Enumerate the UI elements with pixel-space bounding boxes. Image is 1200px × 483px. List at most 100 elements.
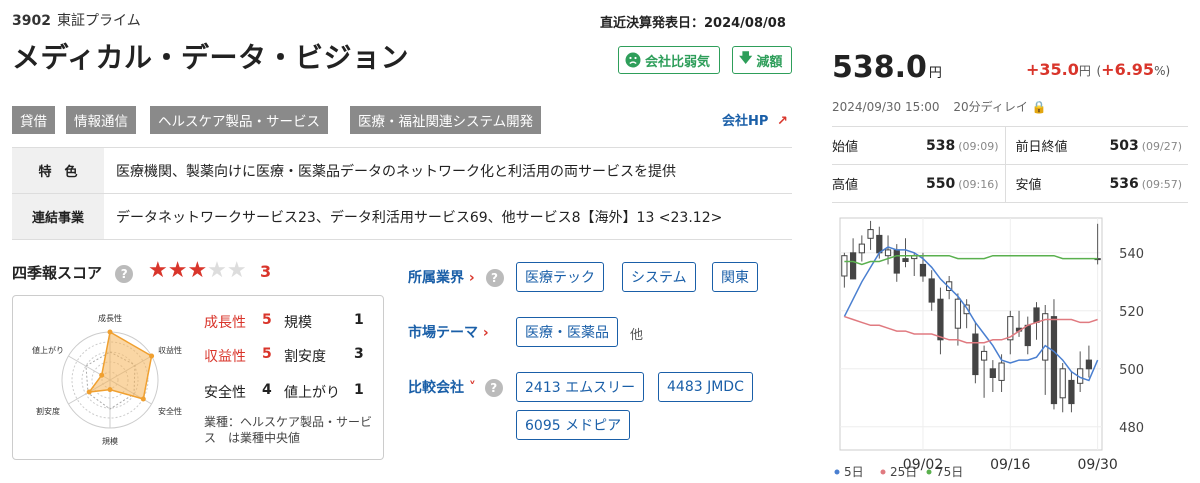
help-icon[interactable]: ?	[485, 269, 504, 287]
legend-dot	[926, 469, 932, 475]
candle-body	[1024, 324, 1031, 347]
high-cell: 高値 550 (09:16)	[832, 165, 1006, 202]
low-value: 536	[1109, 175, 1139, 192]
score-value-value: 3	[354, 346, 364, 362]
star-empty-icon: ★★	[207, 258, 247, 283]
chevron-down-icon: ˅	[464, 380, 476, 396]
theme-label-text: 市場テーマ	[408, 325, 478, 341]
legend-label: 25日	[890, 465, 917, 479]
weak-badge-label: 会社比弱気	[645, 54, 711, 70]
open-time: (09:09)	[958, 139, 999, 153]
legend-dot	[880, 469, 886, 475]
candle-body	[989, 368, 996, 379]
external-link-icon: ↗	[776, 114, 788, 129]
low-time: (09:57)	[1141, 177, 1182, 191]
open-cell: 始値 538 (09:09)	[832, 127, 1006, 164]
prev-cell: 前日終値 503 (09/27)	[1016, 127, 1189, 164]
prev-label: 前日終値	[1015, 140, 1068, 155]
open-label: 始値	[832, 140, 859, 155]
candle-body	[1033, 307, 1040, 323]
weak-badge[interactable]: 会社比弱気	[618, 46, 720, 74]
prev-value: 503	[1109, 137, 1139, 154]
theme-more[interactable]: 他	[630, 324, 643, 343]
price-value: 538.0	[832, 50, 927, 85]
feature-text: 医療機関、製薬向けに医療・医薬品データのネットワーク化と利活用の両サービスを提供	[116, 163, 676, 180]
legend-label: 75日	[936, 465, 963, 479]
industry-chip-system[interactable]: システム	[622, 262, 696, 292]
score-title: 四季報スコア ?	[12, 262, 134, 283]
high-time: (09:16)	[958, 177, 999, 191]
company-info-table: 特 色 医療機関、製薬向けに医療・医薬品データのネットワーク化と利活用の両サービ…	[12, 147, 792, 240]
change-pct-unit: %	[1154, 64, 1166, 78]
score-growth-label: 成長性	[204, 315, 246, 331]
y-tick-label: 500	[1119, 363, 1144, 378]
change-unit: 円	[1078, 64, 1091, 78]
theme-label[interactable]: 市場テーマ ›	[408, 322, 489, 342]
candle-body	[998, 362, 1005, 381]
arrow-down-icon: 🡇	[739, 51, 753, 66]
candle-body	[1050, 316, 1058, 405]
low-label: 安値	[1015, 178, 1042, 193]
reduce-badge-label: 減額	[756, 54, 783, 70]
compare-chip-jmdc[interactable]: 4483 JMDC	[658, 372, 753, 402]
chevron-right-icon: ›	[464, 270, 475, 286]
industry-chip-medtech[interactable]: 医療テック	[516, 262, 604, 292]
industry-label-text: 所属業界	[408, 270, 464, 286]
prev-value-wrap: 503 (09/27)	[1109, 138, 1182, 154]
candle-body	[902, 258, 909, 262]
ohlc-row-1: 始値 538 (09:09) 前日終値 503 (09/27)	[832, 127, 1188, 165]
tag-margin[interactable]: 貸借	[12, 106, 55, 134]
theme-chip-medical[interactable]: 医療・医薬品	[516, 317, 618, 347]
y-tick-label: 520	[1119, 305, 1144, 320]
company-name: メディカル・データ・ビジョン	[12, 41, 410, 74]
candle-body	[928, 278, 935, 303]
radar-label-safety: 安全性	[158, 406, 182, 416]
compare-label[interactable]: 比較会社 ˅ ?	[408, 377, 503, 397]
score-profit-label: 収益性	[204, 349, 246, 365]
help-icon[interactable]: ?	[115, 264, 134, 283]
low-value-wrap: 536 (09:57)	[1109, 176, 1182, 192]
tag-sector[interactable]: 情報通信	[66, 106, 136, 134]
x-tick-label: 09/30	[1077, 457, 1117, 473]
current-price: 538.0 円	[832, 50, 942, 85]
prev-time: (09/27)	[1141, 139, 1182, 153]
radar-label-profit: 収益性	[158, 345, 182, 355]
compare-chip-m3[interactable]: 2413 エムスリー	[516, 372, 645, 402]
open-value-wrap: 538 (09:09)	[926, 138, 999, 154]
tag-industry[interactable]: ヘルスケア製品・サービス	[150, 106, 328, 134]
industry-label[interactable]: 所属業界 › ?	[408, 267, 504, 287]
company-hp-label: 会社HP	[722, 114, 769, 129]
chevron-right-icon: ›	[478, 325, 489, 341]
settlement-date: 直近決算発表日：2024/08/08	[600, 16, 786, 31]
radar-label-scale: 規模	[102, 436, 118, 446]
help-icon[interactable]: ?	[484, 379, 503, 397]
company-hp-link[interactable]: 会社HP ↗	[722, 110, 788, 129]
ohlc-row-2: 高値 550 (09:16) 安値 536 (09:57)	[832, 165, 1188, 203]
compare-label-text: 比較会社	[408, 380, 464, 396]
radar-label-momentum: 値上がり	[32, 345, 64, 355]
high-label: 高値	[832, 178, 859, 193]
segment-label: 連結事業	[12, 194, 104, 239]
score-momentum-value: 1	[354, 382, 364, 398]
market-name: 東証プライム	[56, 13, 141, 29]
candle-body	[876, 234, 883, 254]
score-title-text: 四季報スコア	[12, 264, 103, 282]
frown-face-icon	[625, 52, 641, 68]
ma-line	[844, 254, 1098, 266]
candle-body	[1085, 359, 1093, 370]
reduce-badge[interactable]: 🡇 減額	[732, 46, 792, 74]
stock-code-line: 3902 東証プライム	[12, 10, 141, 30]
ma-line	[844, 315, 1098, 344]
y-tick-label: 480	[1119, 421, 1144, 436]
compare-chip-medpeer[interactable]: 6095 メドピア	[516, 410, 631, 440]
tag-subindustry[interactable]: 医療・福祉関連システム開発	[350, 106, 542, 134]
stock-chart[interactable]: 48050052054009/02 09/16 09/305日 25日 75日	[832, 214, 1192, 480]
industry-chip-kanto[interactable]: 関東	[712, 262, 758, 292]
score-value: 3	[260, 262, 272, 281]
high-value-wrap: 550 (09:16)	[926, 176, 999, 192]
price-unit: 円	[928, 66, 942, 81]
score-scale-label: 規模	[284, 315, 312, 331]
score-profit-value: 5	[262, 346, 272, 362]
score-safety-label: 安全性	[204, 385, 246, 401]
quote-time-line: 2024/09/30 15:00 20分ディレイ 🔒	[832, 98, 1047, 115]
